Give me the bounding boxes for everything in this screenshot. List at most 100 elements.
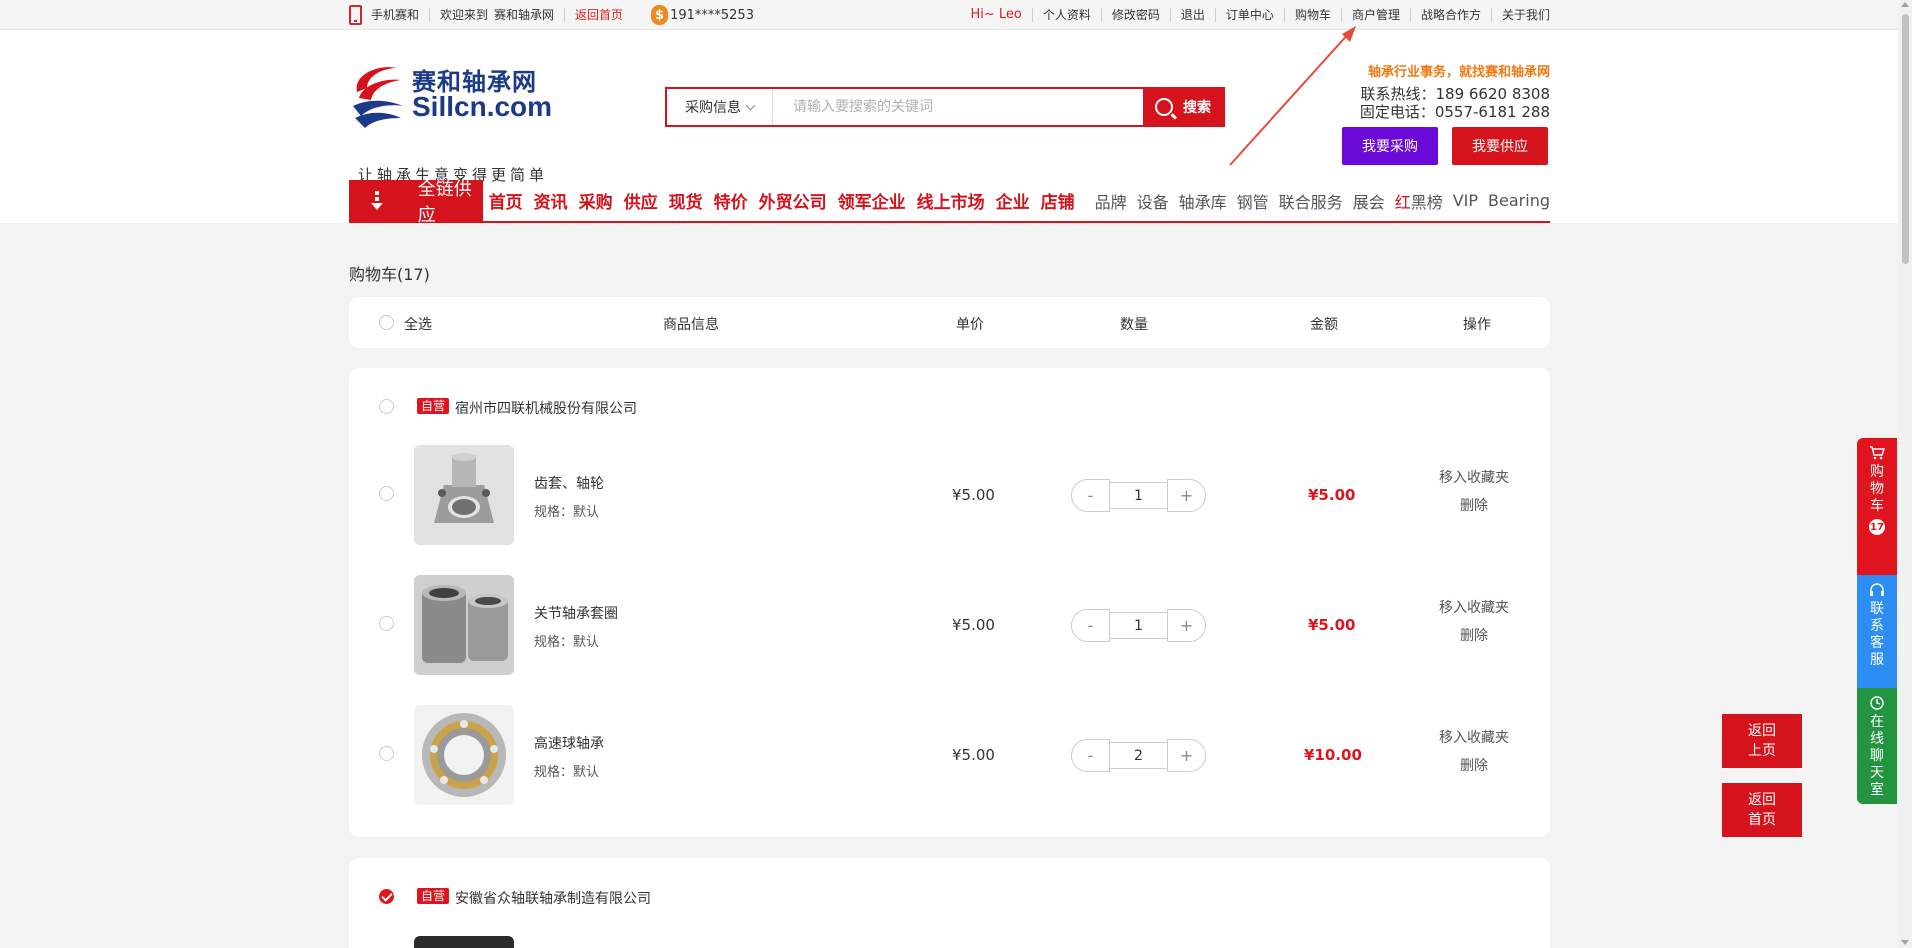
search-bar: 采购信息 搜索 [665,87,1225,127]
select-all-radio[interactable] [379,315,394,330]
header-quantity: 数量 [1120,317,1148,333]
topbar-link-orders[interactable]: 订单中心 [1214,8,1284,22]
scrollbar-thumb[interactable] [1902,14,1909,264]
nav-item-home[interactable]: 首页 [489,188,523,213]
nav-item-leading-companies[interactable]: 领军企业 [838,188,906,213]
vertical-scrollbar[interactable] [1898,0,1912,948]
delete-link[interactable]: 删除 [1434,752,1514,780]
coin-icon: $ [651,5,669,25]
store-select-radio[interactable] [379,399,394,414]
topbar-link-partners[interactable]: 战略合作方 [1409,8,1491,22]
site-name-link[interactable]: 赛和轴承网 [492,8,564,22]
item-amount: ¥10.00 [1304,746,1362,764]
nav-item-online-market[interactable]: 线上市场 [917,188,985,213]
select-all-label[interactable]: 全选 [404,314,432,334]
search-input[interactable] [773,89,1143,125]
item-select-radio[interactable] [379,486,394,501]
quantity-plus-button[interactable]: + [1167,609,1206,642]
nav-item-joint-services[interactable]: 联合服务 [1279,189,1343,213]
move-to-favorites-link[interactable]: 移入收藏夹 [1434,594,1514,622]
site-logo[interactable]: 赛和轴承网 Sillcn.com 让轴承生意变得更简单 [349,58,559,184]
bearing-ring-image [414,575,514,675]
back-home-button[interactable]: 返回 首页 [1722,783,1802,837]
nav-item-shops[interactable]: 店铺 [1041,188,1075,213]
header-operation: 操作 [1463,317,1491,333]
search-type-select[interactable]: 采购信息 [667,89,773,125]
supply-button[interactable]: 我要供应 [1452,127,1548,165]
product-name[interactable]: 高速球轴承 [534,733,604,753]
product-spec: 规格：默认 [534,765,600,780]
nav-item-steel-pipe[interactable]: 钢管 [1237,189,1269,213]
search-button[interactable]: 搜索 [1143,89,1223,125]
nav-item-stock[interactable]: 现货 [669,188,703,213]
cart-icon [1870,446,1885,460]
quantity-input[interactable]: 1 [1110,482,1167,509]
topbar-link-profile[interactable]: 个人资料 [1031,8,1101,22]
nav-item-vip[interactable]: VIP [1453,191,1478,210]
delete-link[interactable]: 删除 [1434,622,1514,650]
nav-item-red-black-list[interactable]: 红黑榜 [1395,189,1443,213]
nav-item-purchase[interactable]: 采购 [579,188,613,213]
product-image[interactable] [414,936,514,948]
store-select-radio[interactable] [379,889,394,904]
float-chat-button[interactable]: 在线聊天室 [1857,688,1897,804]
clock-icon [1870,696,1884,710]
logo-mark-icon [353,67,403,128]
contact-info: 轴承行业事务，就找赛和轴承网 联系热线：189 6620 8308 固定电话：0… [1360,64,1550,121]
back-previous-page-button[interactable]: 返回 上页 [1722,714,1802,768]
move-to-favorites-link[interactable]: 移入收藏夹 [1434,464,1514,492]
nav-item-bearing-library[interactable]: 轴承库 [1179,189,1227,213]
nav-item-brands[interactable]: 品牌 [1095,189,1127,213]
product-image[interactable] [414,705,514,805]
scroll-down-icon[interactable] [1901,940,1909,945]
purchase-button[interactable]: 我要采购 [1342,127,1438,165]
scroll-up-icon[interactable] [1901,2,1909,7]
nav-item-foreign-trade[interactable]: 外贸公司 [759,188,827,213]
quantity-plus-button[interactable]: + [1167,739,1206,772]
product-image[interactable] [414,575,514,675]
item-select-radio[interactable] [379,746,394,761]
quantity-minus-button[interactable]: - [1071,479,1110,512]
product-name[interactable]: 齿套、轴轮 [534,473,604,493]
gear-sleeve-image [414,445,514,545]
back-home-line1: 返回 [1748,792,1776,808]
quantity-minus-button[interactable]: - [1071,739,1110,772]
cart-header-row: 全选 商品信息 单价 数量 金额 操作 [349,297,1550,348]
nav-item-supply[interactable]: 供应 [624,188,658,213]
quantity-minus-button[interactable]: - [1071,609,1110,642]
nav-item-enterprise[interactable]: 企业 [996,188,1030,213]
cart-content: 购物车(17) 全选 商品信息 单价 数量 金额 操作 自营 宿州市四联机械股份… [349,261,1550,948]
nav-item-bearing[interactable]: Bearing [1488,191,1550,210]
nav-item-specials[interactable]: 特价 [714,188,748,213]
category-menu[interactable]: 全链供应 [349,179,483,226]
quantity-input[interactable]: 1 [1110,612,1167,639]
float-cart-button[interactable]: 购物车 17 [1857,438,1897,575]
back-home-line2: 首页 [1748,812,1776,828]
delete-link[interactable]: 删除 [1434,492,1514,520]
self-operated-badge: 自营 [417,888,450,904]
store-name[interactable]: 宿州市四联机械股份有限公司 [455,398,637,418]
product-name[interactable]: 关节轴承套圈 [534,603,618,623]
nav-item-news[interactable]: 资讯 [534,188,568,213]
header-amount: 金额 [1310,317,1338,333]
back-home-link[interactable]: 返回首页 [564,8,633,22]
float-service-button[interactable]: 联系客服 [1857,575,1897,688]
topbar-link-cart[interactable]: 购物车 [1283,8,1341,22]
item-select-radio[interactable] [379,616,394,631]
quantity-plus-button[interactable]: + [1167,479,1206,512]
topbar-link-about[interactable]: 关于我们 [1490,8,1550,22]
nav-item-exhibitions[interactable]: 展会 [1353,189,1385,213]
quantity-input[interactable]: 2 [1110,742,1167,769]
topbar-link-merchant[interactable]: 商户管理 [1340,8,1410,22]
store-name[interactable]: 安徽省众轴联轴承制造有限公司 [455,888,651,908]
product-image[interactable] [414,445,514,545]
search-type-label: 采购信息 [685,100,741,116]
topbar-link-change-password[interactable]: 修改密码 [1100,8,1170,22]
mobile-link[interactable]: 手机赛和 [371,8,429,22]
topbar-link-logout[interactable]: 退出 [1169,8,1215,22]
store-group: 自营 宿州市四联机械股份有限公司 齿套、轴轮 规格：默认 ¥5.00 - 1 +… [349,368,1550,837]
move-to-favorites-link[interactable]: 移入收藏夹 [1434,724,1514,752]
nav-item-equipment[interactable]: 设备 [1137,189,1169,213]
category-menu-label: 全链供应 [417,178,472,226]
hotline-number: 联系热线：189 6620 8308 [1360,85,1550,103]
